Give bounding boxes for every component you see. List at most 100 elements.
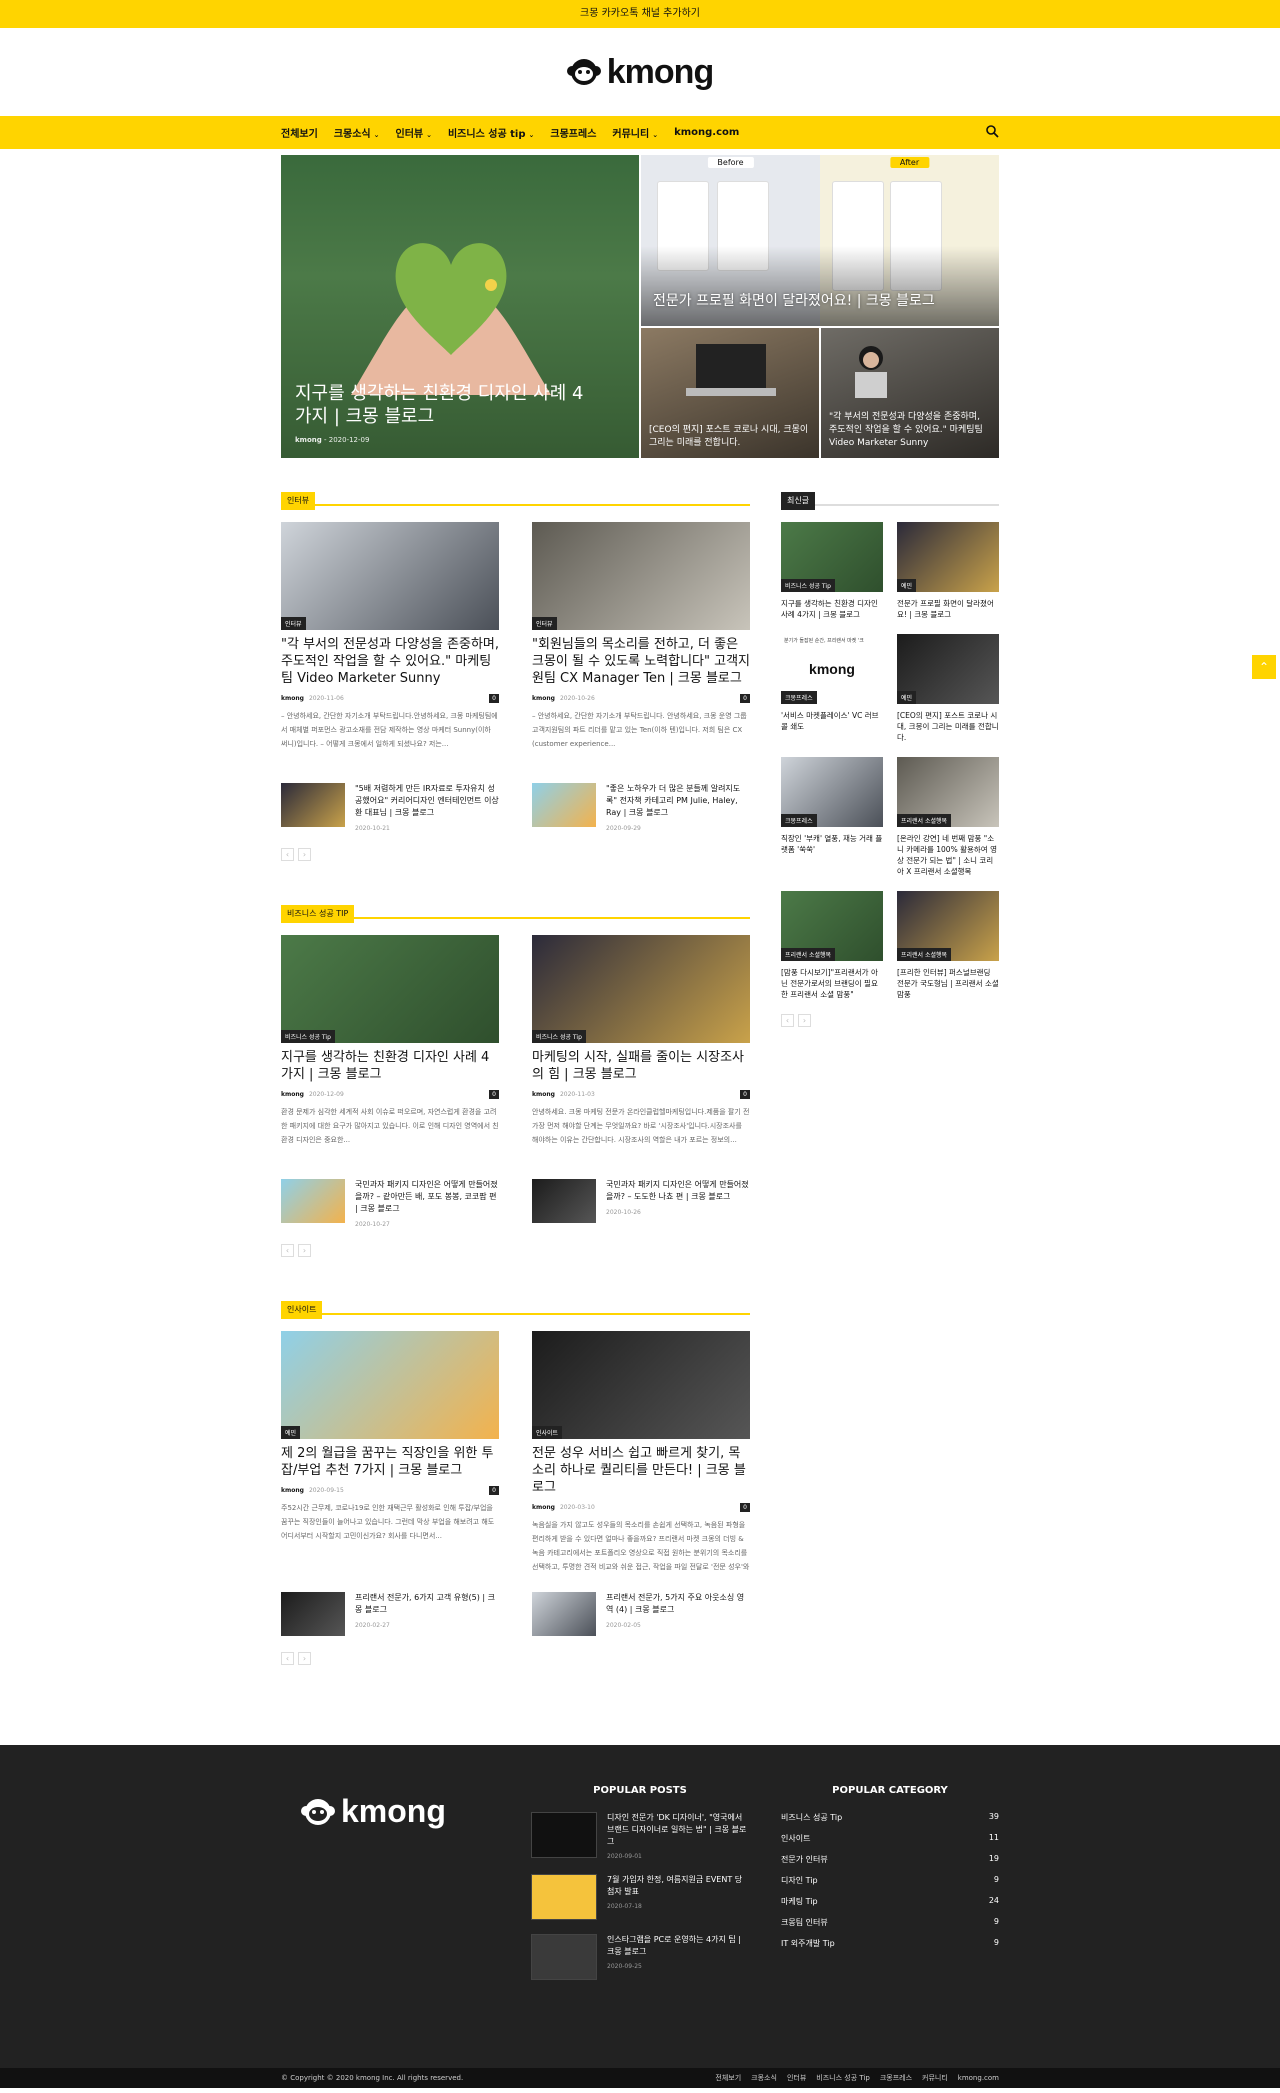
- nav-item[interactable]: 인터뷰 ⌄: [396, 125, 432, 140]
- sidebar-post-title[interactable]: 전문가 프로필 화면이 달라졌어요! | 크몽 블로그: [897, 598, 999, 620]
- search-icon[interactable]: [985, 124, 999, 138]
- mini-post[interactable]: "5배 저렴하게 만든 IR자료로 투자유치 성공했어요" 커리어디자인 엔터테…: [281, 783, 499, 832]
- hero-main-title[interactable]: 지구를 생각하는 친환경 디자인 사례 4가지 | 크몽 블로그: [295, 382, 599, 428]
- bottom-link[interactable]: 크몽소식: [751, 2074, 777, 2082]
- category-name[interactable]: IT 외주개발 Tip: [781, 1938, 835, 1949]
- sidebar-post[interactable]: 프리랜서 소셜행복 [프리한 인터뷰] 퍼스널브랜딩 전문가 국도형님 | 프리랜…: [897, 891, 999, 1000]
- mini-thumbnail[interactable]: [532, 783, 596, 827]
- mini-thumbnail[interactable]: [281, 1179, 345, 1223]
- mini-title[interactable]: 프리랜서 전문가, 5가지 주요 아웃소싱 영역 (4) | 크몽 블로그: [606, 1592, 750, 1616]
- category-tag[interactable]: 예민: [897, 579, 917, 592]
- popular-post-title[interactable]: 인스타그램을 PC로 운영하는 4가지 팁 | 크몽 블로그: [607, 1934, 749, 1958]
- post-thumbnail[interactable]: 비즈니스 성공 Tip: [281, 935, 499, 1043]
- category-tag[interactable]: 비즈니스 성공 Tip: [532, 1030, 586, 1043]
- footer-logo[interactable]: kmong: [301, 1793, 446, 1830]
- post-title[interactable]: 지구를 생각하는 친환경 디자인 사례 4가지 | 크몽 블로그: [281, 1049, 499, 1083]
- popular-post[interactable]: 인스타그램을 PC로 운영하는 4가지 팁 | 크몽 블로그 2020-09-25: [531, 1934, 749, 1980]
- mini-title[interactable]: "5배 저렴하게 만든 IR자료로 투자유치 성공했어요" 커리어디자인 엔터테…: [355, 783, 499, 819]
- next-page-button[interactable]: ›: [798, 1014, 811, 1027]
- site-logo[interactable]: kmong: [566, 53, 714, 92]
- mini-title[interactable]: "좋은 노하우가 더 많은 분들께 알려지도록" 전자책 카테고리 PM Jul…: [606, 783, 750, 819]
- category-row[interactable]: 전문가 인터뷰 19: [781, 1854, 999, 1865]
- category-tag[interactable]: 예민: [897, 691, 917, 704]
- mini-title[interactable]: 국민과자 패키지 디자인은 어떻게 만들어졌을까? – 같아만든 배, 포도 봉…: [355, 1179, 499, 1215]
- scroll-top-button[interactable]: ⌃: [1252, 655, 1276, 679]
- category-row[interactable]: 크몽팀 인터뷰 9: [781, 1917, 999, 1928]
- category-name[interactable]: 전문가 인터뷰: [781, 1854, 828, 1865]
- category-tag[interactable]: 비즈니스 성공 Tip: [281, 1030, 335, 1043]
- hero-top-right-title[interactable]: 전문가 프로필 화면이 달라졌어요! | 크몽 블로그: [653, 292, 939, 310]
- sidebar-post[interactable]: 비즈니스 성공 Tip 지구를 생각하는 친환경 디자인 사례 4가지 | 크몽 …: [781, 522, 883, 620]
- sidebar-post-title[interactable]: '서비스 마켓플레이스' VC 러브콜 쇄도: [781, 710, 883, 732]
- post-title[interactable]: "회원님들의 목소리를 전하고, 더 좋은 크몽이 될 수 있도록 노력합니다"…: [532, 636, 750, 687]
- popular-post-title[interactable]: 디자인 전문가 'DK 디자이너', "영국에서 브랜드 디자이너로 일하는 법…: [607, 1812, 749, 1848]
- bottom-link[interactable]: 크몽프레스: [880, 2074, 912, 2082]
- prev-page-button[interactable]: ‹: [281, 1652, 294, 1665]
- nav-item[interactable]: 크몽소식 ⌄: [334, 125, 380, 140]
- hero-bottom-left-post[interactable]: [CEO의 편지] 포스트 코로나 시대, 크몽이 그리는 미래를 전합니다.: [641, 328, 819, 458]
- nav-item[interactable]: 커뮤니티 ⌄: [612, 125, 658, 140]
- sidebar-thumbnail[interactable]: 프리랜서 소셜행복: [897, 891, 999, 961]
- bottom-link[interactable]: kmong.com: [958, 2074, 999, 2082]
- category-tag[interactable]: 인사이트: [532, 1426, 563, 1439]
- comment-count[interactable]: 0: [740, 694, 750, 703]
- post-thumbnail[interactable]: 예민: [281, 1331, 499, 1439]
- nav-item[interactable]: 크몽프레스: [550, 125, 596, 140]
- mini-thumbnail[interactable]: [281, 1592, 345, 1636]
- mini-post[interactable]: 국민과자 패키지 디자인은 어떻게 만들어졌을까? – 같아만든 배, 포도 봉…: [281, 1179, 499, 1228]
- category-name[interactable]: 마케팅 Tip: [781, 1896, 818, 1907]
- category-row[interactable]: 인사이트 11: [781, 1833, 999, 1844]
- mini-thumbnail[interactable]: [281, 783, 345, 827]
- category-row[interactable]: 마케팅 Tip 24: [781, 1896, 999, 1907]
- post-thumbnail[interactable]: 비즈니스 성공 Tip: [532, 935, 750, 1043]
- mini-title[interactable]: 국민과자 패키지 디자인은 어떻게 만들어졌을까? – 도도한 나쵸 편 | 크…: [606, 1179, 750, 1203]
- popular-post[interactable]: 7월 가입자 한정, 여름지원금 EVENT 당첨자 발표 2020-07-18: [531, 1874, 749, 1920]
- category-tag[interactable]: 크몽프레스: [781, 814, 817, 827]
- popular-post-thumbnail[interactable]: [531, 1812, 597, 1858]
- sidebar-post[interactable]: 크몽프레스 직장인 '부캐' 열풍, 재능 거래 플랫폼 '쑥쑥': [781, 757, 883, 877]
- sidebar-post-title[interactable]: [프리한 인터뷰] 퍼스널브랜딩 전문가 국도형님 | 프리랜서 소셜맘풍: [897, 967, 999, 1000]
- nav-item[interactable]: kmong.com: [674, 127, 739, 138]
- sidebar-thumbnail[interactable]: 프리랜서 소셜행복: [781, 891, 883, 961]
- sidebar-thumbnail[interactable]: 크몽프레스: [781, 757, 883, 827]
- popular-post[interactable]: 디자인 전문가 'DK 디자이너', "영국에서 브랜드 디자이너로 일하는 법…: [531, 1812, 749, 1860]
- category-name[interactable]: 비즈니스 성공 Tip: [781, 1812, 842, 1823]
- sidebar-thumbnail[interactable]: 예민: [897, 522, 999, 592]
- category-row[interactable]: IT 외주개발 Tip 9: [781, 1938, 999, 1949]
- comment-count[interactable]: 0: [740, 1090, 750, 1099]
- next-page-button[interactable]: ›: [298, 1652, 311, 1665]
- mini-post[interactable]: "좋은 노하우가 더 많은 분들께 알려지도록" 전자책 카테고리 PM Jul…: [532, 783, 750, 832]
- sidebar-thumbnail[interactable]: 프리랜서 소셜행복: [897, 757, 999, 827]
- popular-post-thumbnail[interactable]: [531, 1874, 597, 1920]
- sidebar-post-title[interactable]: [온라인 강연] 네 번째 맘풍 "소니 카메라를 100% 활용하여 영상 전…: [897, 833, 999, 877]
- sidebar-post[interactable]: 분기가 돌잡된 순간, 프리랜서 마켓 '크 kmong 크몽프레스 '서비스 마켓플…: [781, 634, 883, 743]
- prev-page-button[interactable]: ‹: [281, 848, 294, 861]
- post-card[interactable]: 비즈니스 성공 Tip 지구를 생각하는 친환경 디자인 사례 4가지 | 크몽 …: [281, 935, 499, 1163]
- post-title[interactable]: 전문 성우 서비스 쉽고 빠르게 찾기, 목소리 하나로 퀄리티를 만든다! |…: [532, 1445, 750, 1496]
- sidebar-post-title[interactable]: 지구를 생각하는 친환경 디자인 사례 4가지 | 크몽 블로그: [781, 598, 883, 620]
- post-card[interactable]: 비즈니스 성공 Tip 마케팅의 시작, 실패를 줄이는 시장조사의 힘 | 크몽…: [532, 935, 750, 1163]
- sidebar-post[interactable]: 프리랜서 소셜행복 [온라인 강연] 네 번째 맘풍 "소니 카메라를 100% …: [897, 757, 999, 877]
- category-tag[interactable]: 비즈니스 성공 Tip: [781, 579, 835, 592]
- category-tag[interactable]: 인터뷰: [532, 617, 557, 630]
- category-name[interactable]: 디자인 Tip: [781, 1875, 818, 1886]
- post-title[interactable]: 마케팅의 시작, 실패를 줄이는 시장조사의 힘 | 크몽 블로그: [532, 1049, 750, 1083]
- nav-item[interactable]: 전체보기: [281, 125, 318, 140]
- prev-page-button[interactable]: ‹: [781, 1014, 794, 1027]
- category-tag[interactable]: 프리랜서 소셜행복: [897, 814, 952, 827]
- kakao-channel-banner[interactable]: 크몽 카카오톡 채널 추가하기: [0, 0, 1280, 28]
- post-card[interactable]: 인터뷰 "각 부서의 전문성과 다양성을 존중하며, 주도적인 작업을 할 수 있…: [281, 522, 499, 767]
- category-name[interactable]: 크몽팀 인터뷰: [781, 1917, 828, 1928]
- mini-title[interactable]: 프리랜서 전문가, 6가지 고객 유형(5) | 크몽 블로그: [355, 1592, 499, 1616]
- post-card[interactable]: 인터뷰 "회원님들의 목소리를 전하고, 더 좋은 크몽이 될 수 있도록 노력합…: [532, 522, 750, 767]
- mini-post[interactable]: 프리랜서 전문가, 6가지 고객 유형(5) | 크몽 블로그 2020-02-2…: [281, 1592, 499, 1636]
- comment-count[interactable]: 0: [489, 1090, 499, 1099]
- hero-bottom-right-post[interactable]: "각 부서의 전문성과 다양성을 존중하며, 주도적인 작업을 할 수 있어요.…: [821, 328, 999, 458]
- comment-count[interactable]: 0: [489, 694, 499, 703]
- next-page-button[interactable]: ›: [298, 1244, 311, 1257]
- post-thumbnail[interactable]: 인터뷰: [532, 522, 750, 630]
- post-card[interactable]: 인사이트전문 성우 서비스 쉽고 빠르게 찾기, 목소리 하나로 퀄리티를 만든…: [532, 1331, 750, 1576]
- sidebar-post[interactable]: 예민전문가 프로필 화면이 달라졌어요! | 크몽 블로그: [897, 522, 999, 620]
- sidebar-post-title[interactable]: [맘풍 다시보기]"프리랜서가 아닌 전문가로서의 브랜딩이 필요한 프리랜서 …: [781, 967, 883, 1000]
- bottom-link[interactable]: 커뮤니티: [922, 2074, 948, 2082]
